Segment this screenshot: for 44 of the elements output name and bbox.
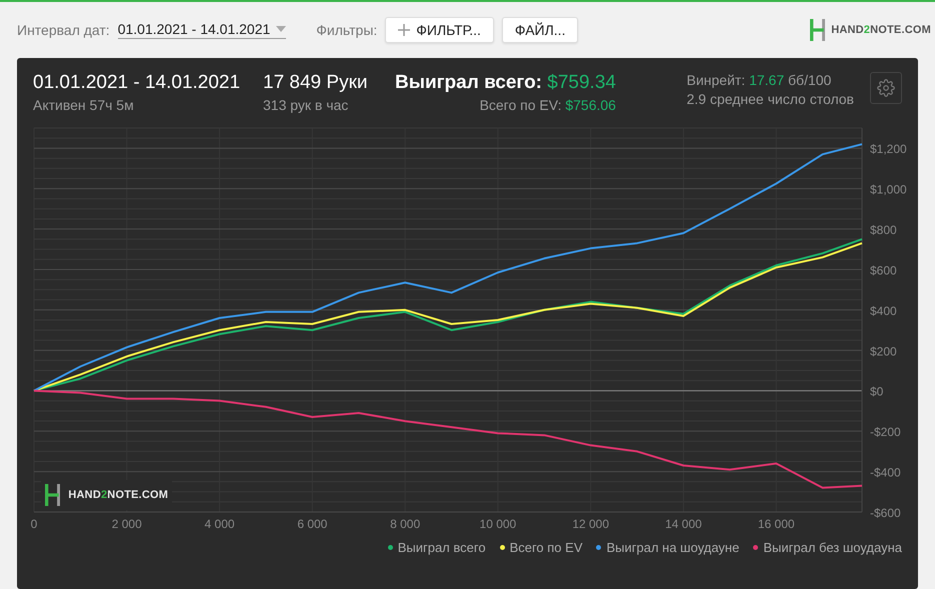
date-range-select[interactable]: 01.01.2021 - 14.01.2021: [118, 21, 286, 39]
y-axis-label: $1,200: [870, 142, 907, 156]
y-axis-label: $600: [870, 263, 897, 278]
x-axis-label: 10 000: [480, 517, 516, 531]
plus-icon: [398, 24, 410, 36]
y-axis-label: -$600: [870, 506, 901, 520]
y-axis-label: -$400: [870, 466, 901, 480]
filter-button[interactable]: ФИЛЬТР...: [385, 17, 494, 43]
caret-icon: [276, 26, 286, 32]
avg-tables: 2.9 среднее число столов: [686, 91, 854, 107]
y-axis-label: $800: [870, 223, 897, 238]
y-axis-label: $0: [870, 384, 884, 399]
settings-icon: [877, 79, 895, 97]
legend-item[interactable]: Выиграл без шоудауна: [753, 540, 902, 555]
period-text: 01.01.2021 - 14.01.2021: [33, 72, 242, 94]
winrate-text: Винрейт: 17.67 бб/100: [686, 72, 832, 88]
hands-count: 17 849 Руки: [263, 72, 368, 94]
legend-item[interactable]: Выиграл всего: [388, 540, 486, 555]
total-won: Выиграл всего: $759.34: [395, 72, 616, 94]
y-axis-label: -$200: [870, 425, 901, 440]
date-range-label: Интервал дат:: [17, 22, 110, 38]
x-axis-label: 4 000: [204, 517, 235, 531]
logo-icon: [810, 19, 826, 41]
logo-icon: [45, 484, 60, 506]
x-axis-label: 2 000: [112, 517, 142, 531]
logo-text: HAND2NOTE.COM: [831, 24, 931, 36]
watermark-text: HAND2NOTE.COM: [68, 489, 168, 501]
filters-label: Фильтры:: [316, 22, 378, 38]
y-axis-label: $200: [870, 344, 897, 358]
file-button[interactable]: ФАЙЛ...: [502, 17, 578, 43]
y-axis-label: $1,000: [870, 182, 907, 197]
hands-per-hour: 313 рук в час: [263, 97, 350, 113]
x-axis-label: 14 000: [665, 517, 702, 531]
x-axis-label: 12 000: [572, 517, 610, 531]
x-axis-label: 0: [30, 517, 38, 531]
ev-total: Всего по EV: $756.06: [480, 97, 616, 113]
x-axis-label: 16 000: [758, 517, 795, 531]
x-axis-label: 6 000: [297, 517, 328, 531]
y-axis-label: $400: [870, 304, 897, 318]
legend-item[interactable]: Всего по EV: [500, 540, 582, 555]
active-time: Активен 57ч 5м: [33, 97, 135, 113]
settings-button[interactable]: [870, 72, 902, 104]
legend-item[interactable]: Выиграл на шоудауне: [596, 540, 740, 555]
x-axis-label: 8 000: [390, 517, 420, 531]
